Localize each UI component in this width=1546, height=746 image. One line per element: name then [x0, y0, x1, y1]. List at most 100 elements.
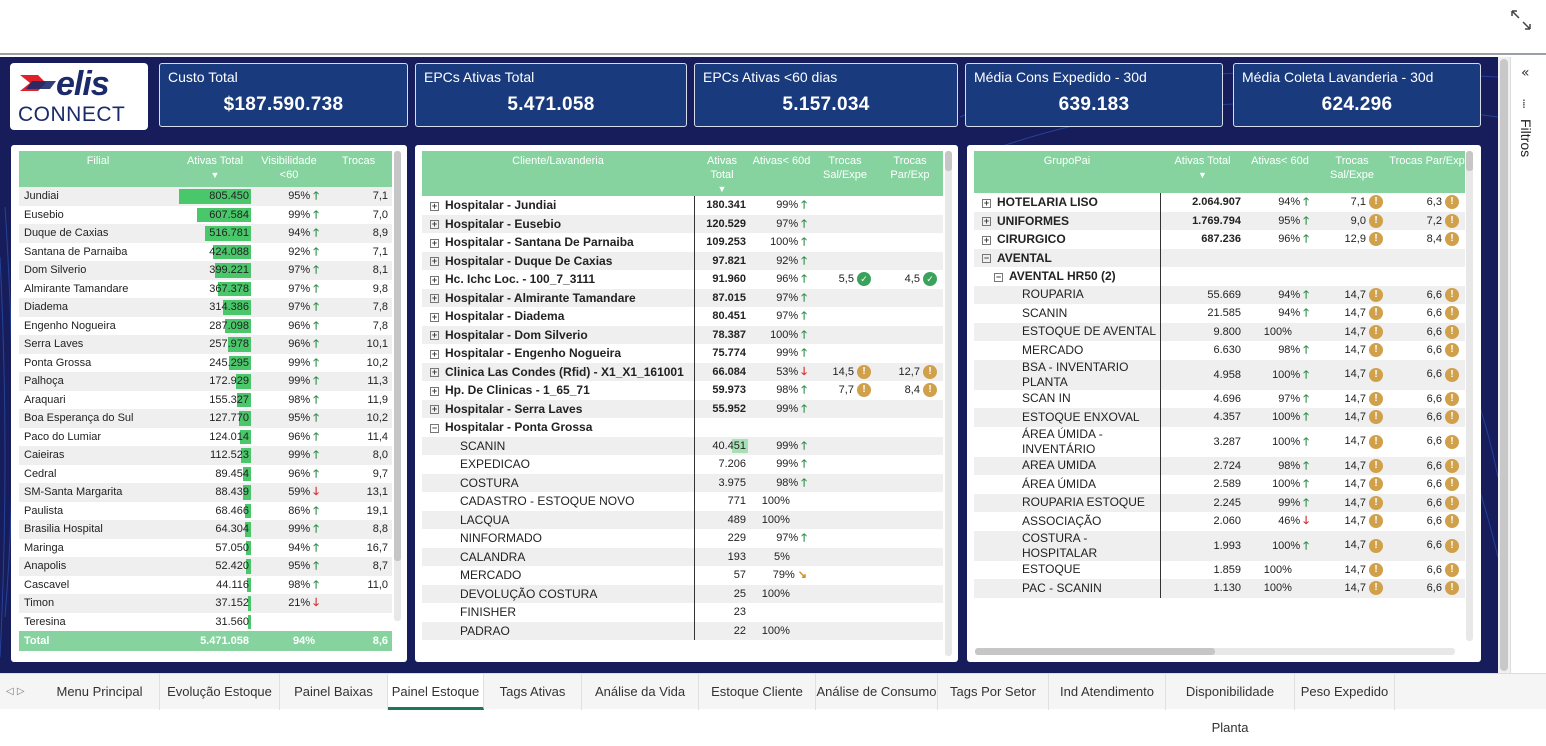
- col-ativas-total[interactable]: Ativas Total ▼: [177, 151, 253, 187]
- expand-icon[interactable]: +: [430, 312, 439, 322]
- tab-ind-atendimento[interactable]: Ind Atendimento: [1049, 674, 1166, 710]
- table-row[interactable]: SCANIN 40.451 99% 🡑: [422, 436, 943, 455]
- cliente-name[interactable]: + Hospitalar - Almirante Tamandare: [422, 288, 694, 307]
- table-row[interactable]: Almirante Tamandare 367.378 97% 🡑 9,8: [19, 280, 392, 299]
- tab-tags-ativas[interactable]: Tags Ativas: [484, 674, 582, 710]
- expand-icon[interactable]: +: [430, 349, 439, 359]
- cliente-name[interactable]: CADASTRO - ESTOQUE NOVO: [422, 492, 694, 511]
- col-ativas-total[interactable]: Ativas Total ▼: [1160, 151, 1245, 193]
- table-row[interactable]: CADASTRO - ESTOQUE NOVO 771 100%: [422, 492, 943, 511]
- table-row[interactable]: + HOTELARIA LISO 2.064.907 94% 🡑 7,1 ! 6,3 !: [974, 193, 1465, 212]
- cliente-name[interactable]: + Hospitalar - Diadema: [422, 307, 694, 326]
- table-row[interactable]: NINFORMADO 229 97% 🡑: [422, 529, 943, 548]
- col-trocas[interactable]: Trocas: [325, 151, 392, 187]
- table-row[interactable]: Teresina 31.560: [19, 613, 392, 632]
- grupo-name[interactable]: SCAN IN: [974, 390, 1160, 409]
- grupo-name[interactable]: BSA - INVENTARIO PLANTA: [974, 359, 1160, 390]
- table-row[interactable]: Diadema 314.386 97% 🡑 7,8: [19, 298, 392, 317]
- cliente-name[interactable]: + Hospitalar - Dom Silverio: [422, 325, 694, 344]
- filters-pane[interactable]: « ⁞ Filtros: [1510, 57, 1546, 673]
- expand-icon[interactable]: +: [982, 217, 991, 227]
- table-row[interactable]: Araquari 155.327 98% 🡑 11,9: [19, 391, 392, 410]
- table-row[interactable]: ASSOCIAÇÃO 2.060 46% 🡓 14,7 ! 6,6 !: [974, 512, 1465, 531]
- collapse-icon[interactable]: −: [994, 272, 1003, 282]
- table-row[interactable]: + Hospitalar - Engenho Nogueira 75.774 99% …: [422, 344, 943, 363]
- col-trocas-sal[interactable]: Trocas Sal/Expe: [813, 151, 877, 196]
- cliente-name[interactable]: FINISHER: [422, 603, 694, 622]
- table-row[interactable]: EXPEDICAO 7.206 99% 🡑: [422, 455, 943, 474]
- table-row[interactable]: − AVENTAL: [974, 248, 1465, 267]
- table-row[interactable]: DEVOLUÇÃO COSTURA 25 100%: [422, 584, 943, 603]
- table-row[interactable]: ROUPARIA ESTOQUE 2.245 99% 🡑 14,7 ! 6,6 !: [974, 493, 1465, 512]
- cliente-name[interactable]: MERCADO: [422, 566, 694, 585]
- table-row[interactable]: Cedral 89.454 96% 🡑 9,7: [19, 465, 392, 484]
- tab-nav-arrows[interactable]: ◁ ▷: [0, 674, 40, 710]
- expand-icon[interactable]: +: [982, 198, 991, 208]
- page-scrollbar[interactable]: [1498, 57, 1510, 673]
- collapse-icon[interactable]: «: [1521, 65, 1530, 81]
- tab-evolu-o-estoque[interactable]: Evolução Estoque: [160, 674, 280, 710]
- table-row[interactable]: + Hc. Ichc Loc. - 100_7_3111 91.960 96% 🡑 5,…: [422, 270, 943, 289]
- table-row[interactable]: − AVENTAL HR50 (2): [974, 267, 1465, 286]
- expand-icon[interactable]: +: [430, 368, 439, 378]
- scrollbar[interactable]: [945, 151, 952, 656]
- cliente-name[interactable]: + Hospitalar - Serra Laves: [422, 399, 694, 418]
- cliente-name[interactable]: CALANDRA: [422, 547, 694, 566]
- expand-icon[interactable]: [1509, 8, 1533, 32]
- cliente-name[interactable]: + Hc. Ichc Loc. - 100_7_3111: [422, 270, 694, 289]
- table-row[interactable]: + Hospitalar - Duque De Caxias 97.821 92% 🡑: [422, 251, 943, 270]
- table-row[interactable]: + Hp. De Clinicas - 1_65_71 59.973 98% 🡑 7,7…: [422, 381, 943, 400]
- col-trocas-par[interactable]: Trocas Par/Exp: [877, 151, 943, 196]
- grupo-name[interactable]: COSTURA - HOSPITALAR: [974, 530, 1160, 561]
- table-row[interactable]: Jundiai 805.450 95% 🡑 7,1: [19, 187, 392, 206]
- expand-icon[interactable]: +: [430, 238, 439, 248]
- tab-peso-expedido[interactable]: Peso Expedido: [1295, 674, 1395, 710]
- table-row[interactable]: Paco do Lumiar 124.014 96% 🡑 11,4: [19, 428, 392, 447]
- expand-icon[interactable]: +: [430, 220, 439, 230]
- table-row[interactable]: COSTURA 3.975 98% 🡑: [422, 473, 943, 492]
- table-row[interactable]: ESTOQUE DE AVENTAL 9.800 100% 14,7 ! 6,6 !: [974, 322, 1465, 341]
- grupo-name[interactable]: MERCADO: [974, 341, 1160, 360]
- table-row[interactable]: COSTURA - HOSPITALAR 1.993 100% 🡑 14,7 ! 6,6…: [974, 530, 1465, 561]
- table-row[interactable]: PAC - SCANIN 1.130 100% 14,7 ! 6,6 !: [974, 579, 1465, 598]
- col-ativas-60[interactable]: Ativas< 60d: [1245, 151, 1315, 193]
- expand-icon[interactable]: +: [430, 386, 439, 396]
- expand-icon[interactable]: +: [430, 257, 439, 267]
- grupo-name[interactable]: ASSOCIAÇÃO: [974, 512, 1160, 531]
- tab-disponibilidade-planta[interactable]: Disponibilidade Planta: [1166, 674, 1295, 735]
- grupo-name[interactable]: ÁREA ÚMIDA - INVENTÁRIO: [974, 427, 1160, 457]
- tab-an-lise-de-consumo[interactable]: Análise de Consumo: [816, 674, 938, 710]
- scrollbar[interactable]: [1466, 151, 1473, 641]
- cliente-name[interactable]: EXPEDICAO: [422, 455, 694, 474]
- grupo-name[interactable]: − AVENTAL HR50 (2): [974, 267, 1160, 286]
- table-row[interactable]: MERCADO 57 79% ↘: [422, 566, 943, 585]
- table-row[interactable]: + Hospitalar - Diadema 80.451 97% 🡑: [422, 307, 943, 326]
- tab-menu-principal[interactable]: Menu Principal: [40, 674, 160, 710]
- table-row[interactable]: Timon 37.152 21% 🡓: [19, 594, 392, 613]
- table-row[interactable]: SCANIN 21.585 94% 🡑 14,7 ! 6,6 !: [974, 304, 1465, 323]
- scrollbar[interactable]: [394, 151, 401, 621]
- cliente-name[interactable]: + Hospitalar - Duque De Caxias: [422, 251, 694, 270]
- grupo-name[interactable]: ESTOQUE: [974, 561, 1160, 580]
- table-row[interactable]: Engenho Nogueira 287.098 96% 🡑 7,8: [19, 317, 392, 336]
- table-row[interactable]: + Hospitalar - Eusebio 120.529 97% 🡑: [422, 214, 943, 233]
- col-visibilidade[interactable]: Visibilidade <60: [253, 151, 325, 187]
- collapse-icon[interactable]: −: [430, 423, 439, 433]
- col-trocas-par[interactable]: Trocas Par/Exp: [1389, 151, 1465, 193]
- tab-an-lise-da-vida[interactable]: Análise da Vida: [582, 674, 699, 710]
- cliente-name[interactable]: + Hospitalar - Eusebio: [422, 214, 694, 233]
- table-row[interactable]: Serra Laves 257.978 96% 🡑 10,1: [19, 335, 392, 354]
- expand-icon[interactable]: +: [430, 405, 439, 415]
- cliente-name[interactable]: NINFORMADO: [422, 529, 694, 548]
- cliente-name[interactable]: − Hospitalar - Ponta Grossa: [422, 418, 694, 437]
- tab-painel-estoque[interactable]: Painel Estoque: [388, 674, 484, 710]
- table-row[interactable]: Anapolis 52.420 95% 🡑 8,7: [19, 557, 392, 576]
- cliente-name[interactable]: LACQUA: [422, 510, 694, 529]
- table-row[interactable]: ROUPARIA 55.669 94% 🡑 14,7 ! 6,6 !: [974, 285, 1465, 304]
- table-row[interactable]: AREA UMIDA 2.724 98% 🡑 14,7 ! 6,6 !: [974, 456, 1465, 475]
- table-row[interactable]: Eusebio 607.584 99% 🡑 7,0: [19, 206, 392, 225]
- table-row[interactable]: + Hospitalar - Jundiai 180.341 99% 🡑: [422, 196, 943, 215]
- table-row[interactable]: Dom Silverio 399.221 97% 🡑 8,1: [19, 261, 392, 280]
- table-row[interactable]: + CIRURGICO 687.236 96% 🡑 12,9 ! 8,4 !: [974, 230, 1465, 249]
- cliente-name[interactable]: + Clinica Las Condes (Rfid) - X1_X1_16100…: [422, 362, 694, 381]
